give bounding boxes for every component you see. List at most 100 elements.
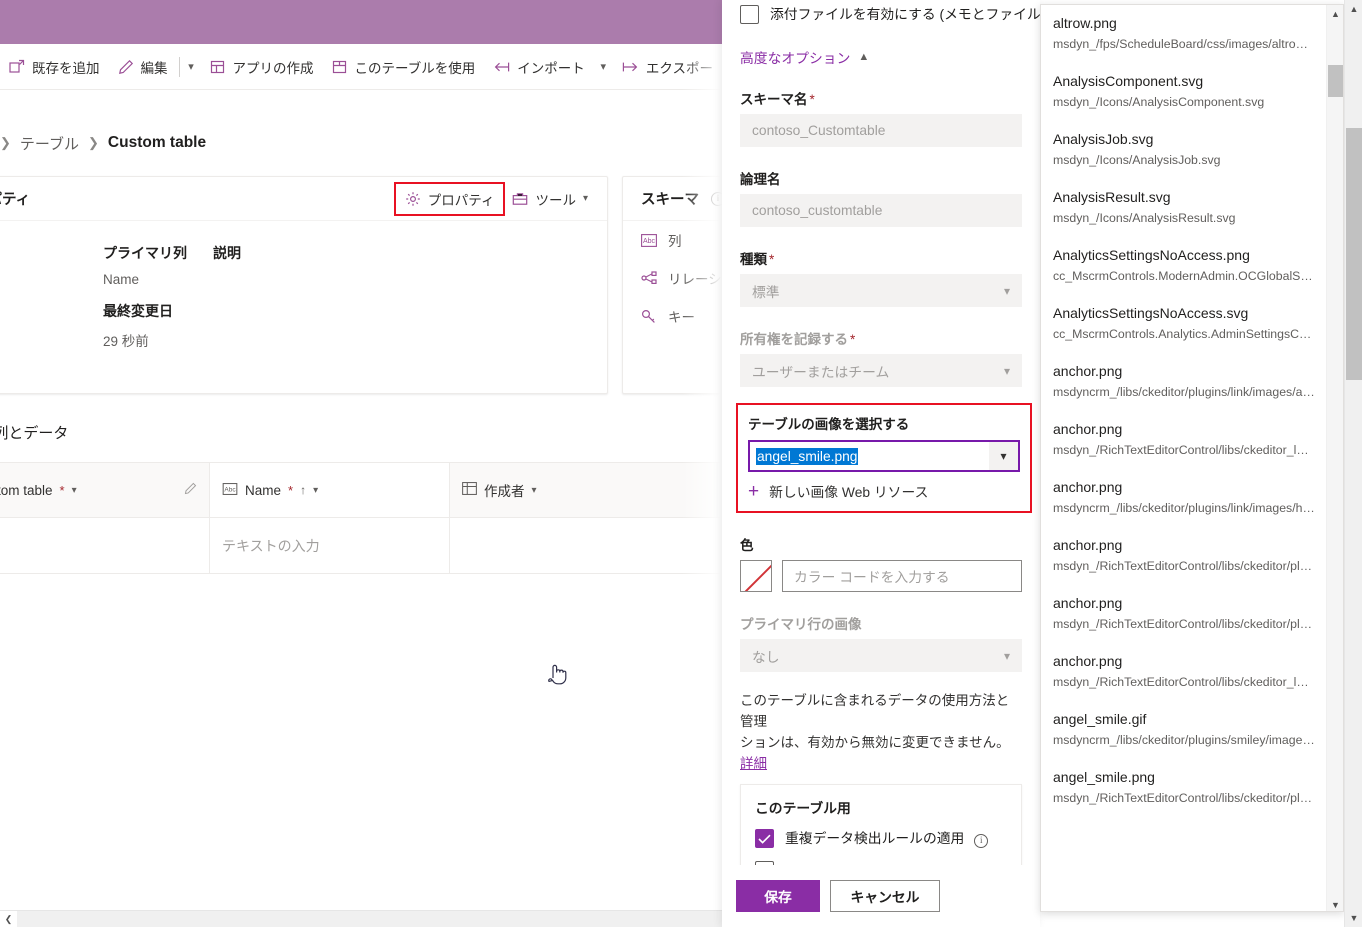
scroll-up-arrow-icon[interactable]: ▲ <box>1327 5 1343 22</box>
dropdown-item[interactable]: angel_smile.gif msdyncrm_/libs/ckeditor/p… <box>1041 701 1327 759</box>
command-edit[interactable]: 編集 <box>109 48 177 86</box>
dropdown-item[interactable]: AnalyticsSettingsNoAccess.png cc_MscrmCon… <box>1041 237 1327 295</box>
edit-chevron-down-icon[interactable]: ▾ <box>181 48 200 86</box>
edit-column-icon[interactable] <box>184 482 197 498</box>
dropdown-item-path: msdyn_/RichTextEditorControl/libs/ckedit… <box>1053 791 1315 805</box>
dropdown-scroll-thumb[interactable] <box>1328 65 1343 97</box>
horizontal-scroll-track[interactable] <box>17 910 722 927</box>
table-image-chevron-down-icon[interactable]: ▾ <box>989 442 1018 470</box>
schema-item-columns[interactable]: Abc 列 <box>623 221 722 259</box>
option-duplicate-detection[interactable]: 重複データ検出ルールの適用 i <box>755 828 1007 849</box>
table-row[interactable]: テキストの入力 <box>0 518 722 574</box>
logical-name-input[interactable]: contoso_customtable <box>740 194 1022 227</box>
command-add-existing[interactable]: 既存を追加 <box>0 48 109 86</box>
primary-row-image-select[interactable]: なし ▾ <box>740 639 1022 672</box>
grid-column-header-created-by[interactable]: 作成者 ▾ <box>450 463 722 517</box>
schema-item-keys[interactable]: キー <box>623 297 722 335</box>
dropdown-item[interactable]: anchor.png msdyn_/RichTextEditorControl/l… <box>1041 585 1327 643</box>
properties-button[interactable]: プロパティ <box>393 181 506 216</box>
dropdown-item-name: anchor.png <box>1053 479 1123 495</box>
dropdown-item-path: msdyncrm_/libs/ckeditor/plugins/link/ima… <box>1053 501 1315 515</box>
color-code-input[interactable]: カラー コードを入力する <box>782 560 1022 592</box>
command-export[interactable]: エクスポー <box>613 48 722 86</box>
page-scrollbar[interactable]: ▲ ▼ <box>1344 0 1362 927</box>
mouse-cursor-pointer-icon <box>546 660 570 690</box>
table-image-value-wrap[interactable]: angel_smile.png <box>750 447 989 465</box>
schema-name-input[interactable]: contoso_Customtable <box>740 114 1022 147</box>
grid-column-label: Custom table <box>0 482 53 498</box>
command-create-app[interactable]: アプリの作成 <box>201 48 323 86</box>
last-modified-value: 29 秒前 <box>103 334 149 349</box>
chevron-down-icon[interactable]: ▾ <box>72 485 77 496</box>
chevron-down-icon: ▾ <box>1003 648 1010 663</box>
breadcrumb-parent[interactable]: テーブル <box>20 133 79 154</box>
properties-card-header: ロパティ プロパティ ツール ▾ <box>0 177 607 221</box>
dropdown-item[interactable]: AnalyticsSettingsNoAccess.svg cc_MscrmCon… <box>1041 295 1327 353</box>
add-existing-icon <box>9 59 25 75</box>
chevron-down-icon[interactable]: ▾ <box>313 485 318 496</box>
grid-column-header-name[interactable]: Abc Name * ↑ ▾ <box>210 463 450 517</box>
advanced-options-label: 高度なオプション <box>740 51 851 66</box>
dropdown-item-path: msdyn_/fps/ScheduleBoard/css/images/altr… <box>1053 37 1315 51</box>
import-chevron-down-icon[interactable]: ▾ <box>594 48 613 86</box>
dropdown-item-path: msdyn_/RichTextEditorControl/libs/ckedit… <box>1053 559 1315 573</box>
grid-cell-custom-table[interactable] <box>0 518 210 573</box>
dropdown-item[interactable]: anchor.png msdyn_/RichTextEditorControl/l… <box>1041 643 1327 701</box>
dropdown-item[interactable]: anchor.png msdyncrm_/libs/ckeditor/plugin… <box>1041 469 1327 527</box>
breadcrumb-separator: ❯ <box>88 135 99 150</box>
dropdown-item[interactable]: altrow.png msdyn_/fps/ScheduleBoard/css/i… <box>1041 5 1327 63</box>
attachments-checkbox-row[interactable]: 添付ファイルを有効にする (メモとファイル <box>740 0 1040 25</box>
dropdown-item[interactable]: anchor.png msdyn_/RichTextEditorControl/l… <box>1041 411 1327 469</box>
new-image-web-resource-label: 新しい画像 Web リソース <box>769 485 929 500</box>
dropdown-scrollbar[interactable]: ▲ ▼ <box>1326 5 1343 911</box>
cancel-button[interactable]: キャンセル <box>830 880 940 912</box>
command-label: アプリの作成 <box>232 60 314 76</box>
command-import[interactable]: インポート <box>484 48 594 86</box>
ownership-select[interactable]: ユーザーまたはチーム ▾ <box>740 354 1022 387</box>
page-scroll-up-arrow-icon[interactable]: ▲ <box>1345 0 1362 18</box>
dropdown-item[interactable]: anchor.png msdyncrm_/libs/ckeditor/plugin… <box>1041 353 1327 411</box>
attachments-checkbox[interactable] <box>740 5 759 24</box>
color-swatch-none[interactable] <box>740 560 772 592</box>
scroll-down-arrow-icon[interactable]: ▼ <box>1327 896 1343 911</box>
table-image-group: テーブルの画像を選択する angel_smile.png ▾ + 新しい画像 W… <box>736 403 1032 513</box>
advanced-options-toggle[interactable]: 高度なオプション ▲ <box>740 47 1022 67</box>
schema-item-relationships[interactable]: リレーシ <box>623 259 722 297</box>
table-image-combobox[interactable]: angel_smile.png ▾ <box>748 440 1020 472</box>
attachments-checkbox-label: 添付ファイルを有効にする (メモとファイル <box>770 7 1040 22</box>
last-modified-label: 最終変更日 <box>103 303 173 319</box>
properties-col-primary: プライマリ列 Name 最終変更日 29 秒前 <box>103 243 213 364</box>
required-asterisk: * <box>288 482 294 498</box>
info-icon[interactable]: i <box>974 833 989 848</box>
dropdown-item[interactable]: anchor.png msdyn_/RichTextEditorControl/l… <box>1041 527 1327 585</box>
page-scroll-thumb[interactable] <box>1346 128 1362 380</box>
dropdown-item[interactable]: AnalysisResult.svg msdyn_/Icons/AnalysisR… <box>1041 179 1327 237</box>
scroll-left-arrow-icon[interactable]: ❮ <box>0 910 17 927</box>
dropdown-item[interactable]: angel_smile.png msdyn_/RichTextEditorCont… <box>1041 759 1327 817</box>
dropdown-item-name: AnalyticsSettingsNoAccess.svg <box>1053 305 1249 321</box>
duplicate-detection-checkbox[interactable] <box>755 829 774 848</box>
chevron-down-icon[interactable]: ▾ <box>532 485 537 496</box>
duplicate-detection-label-text: 重複データ検出ルールの適用 <box>785 831 965 846</box>
dropdown-item-path: msdyn_/Icons/AnalysisComponent.svg <box>1053 95 1265 109</box>
grid-column-header-custom-table[interactable]: Custom table * ▾ <box>0 463 210 517</box>
dropdown-item[interactable]: AnalysisJob.svg msdyn_/Icons/AnalysisJob.… <box>1041 121 1327 179</box>
import-icon <box>493 60 510 74</box>
grid-cell-created-by[interactable] <box>450 518 722 573</box>
learn-more-link[interactable]: 詳細 <box>740 756 767 771</box>
type-value: 標準 <box>752 284 780 300</box>
dropdown-item[interactable]: AnalysisComponent.svg msdyn_/Icons/Analys… <box>1041 63 1327 121</box>
schema-item-label: リレーシ <box>668 272 722 287</box>
ownership-label: 所有権を記録する * <box>740 328 1022 348</box>
sort-ascending-icon[interactable]: ↑ <box>300 483 306 497</box>
command-use-table[interactable]: このテーブルを使用 <box>323 48 485 86</box>
new-image-web-resource-button[interactable]: + 新しい画像 Web リソース <box>748 481 1020 501</box>
type-select[interactable]: 標準 ▾ <box>740 274 1022 307</box>
page-scroll-down-arrow-icon[interactable]: ▼ <box>1345 909 1362 927</box>
grid-cell-name[interactable]: テキストの入力 <box>210 518 450 573</box>
dropdown-item-name: altrow.png <box>1053 15 1117 31</box>
horizontal-scrollbar[interactable]: ❮ <box>0 910 722 927</box>
tools-button[interactable]: ツール ▾ <box>503 184 597 214</box>
info-icon[interactable]: i <box>711 191 722 206</box>
save-button[interactable]: 保存 <box>736 880 820 912</box>
